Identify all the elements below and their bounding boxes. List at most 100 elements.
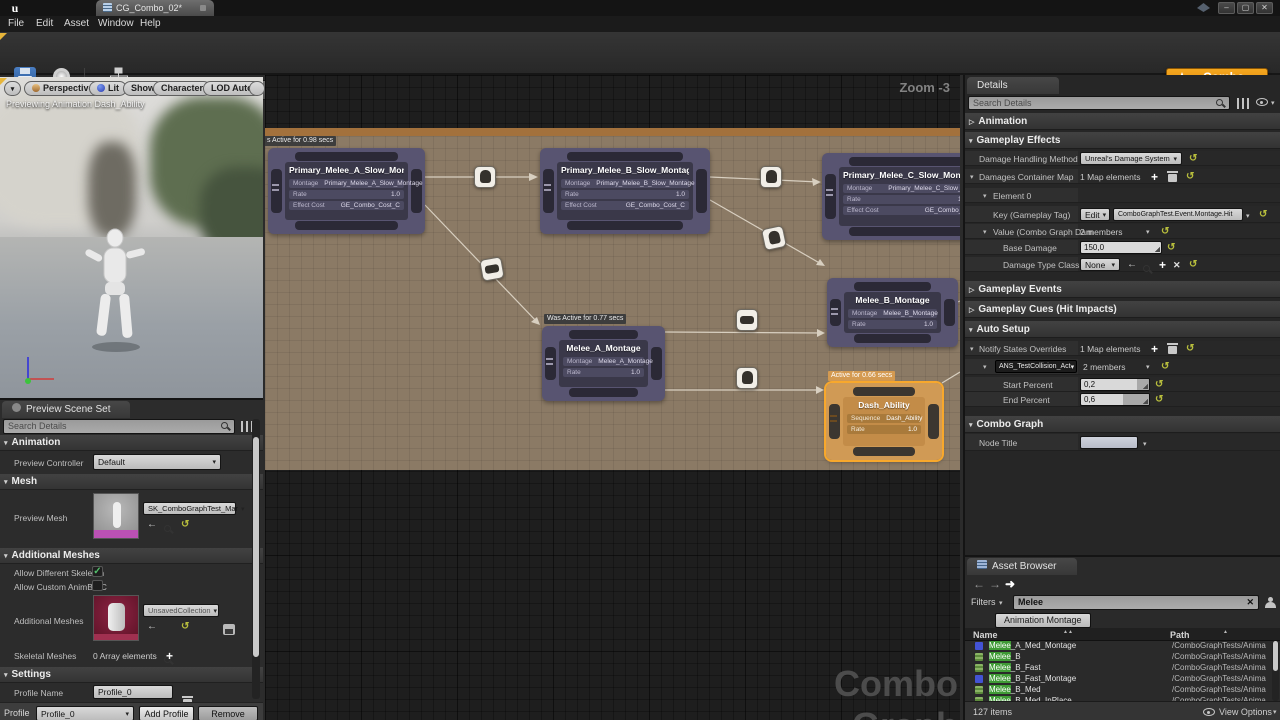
- node-output-pin[interactable]: [696, 169, 707, 213]
- use-selected-icon[interactable]: ←: [147, 520, 157, 530]
- asset-tab[interactable]: CG_Combo_02*: [96, 0, 214, 16]
- sort-icon[interactable]: ▲: [1223, 629, 1228, 635]
- base-damage-input[interactable]: 150,0: [1080, 241, 1162, 254]
- asset-row[interactable]: Melee_A_Med_Montage /ComboGraphTests/Ani…: [967, 641, 1275, 651]
- filters-label[interactable]: Filters: [971, 597, 996, 607]
- person-filter-icon[interactable]: [1265, 597, 1276, 608]
- node-input-pin[interactable]: [543, 169, 554, 213]
- asset-row[interactable]: Melee_B_Med /ComboGraphTests/Anima: [967, 685, 1275, 695]
- clear-search-icon[interactable]: ✕: [1246, 596, 1254, 609]
- reset-icon[interactable]: ↺: [181, 622, 189, 632]
- start-percent-input[interactable]: 0,2: [1080, 378, 1150, 391]
- view-options-eye-icon[interactable]: [1203, 708, 1215, 716]
- view-options-label[interactable]: View Options: [1219, 707, 1272, 717]
- reset-icon[interactable]: ↺: [1186, 344, 1194, 354]
- close-button[interactable]: ✕: [1256, 2, 1273, 14]
- caret-down-icon[interactable]: ▾: [1273, 708, 1277, 716]
- section-gameplay-effects[interactable]: ▾ Gameplay Effects: [965, 132, 1280, 149]
- gamepad-trigger-icon[interactable]: [474, 166, 496, 188]
- reset-icon[interactable]: ↺: [1259, 210, 1267, 220]
- node-title-input[interactable]: [1080, 436, 1138, 449]
- reset-icon[interactable]: ↺: [1167, 243, 1175, 253]
- menu-file[interactable]: File: [8, 18, 24, 29]
- eye-filter-icon[interactable]: [1256, 98, 1268, 106]
- reset-icon[interactable]: ↺: [1161, 227, 1169, 237]
- node-output-pin[interactable]: [944, 299, 955, 326]
- save-collection-icon[interactable]: [223, 624, 235, 635]
- profile-name-input[interactable]: Profile_0: [93, 685, 173, 699]
- add-element-icon[interactable]: +: [1151, 343, 1158, 355]
- section-animation[interactable]: ▾ Animation: [0, 435, 263, 451]
- combo-graph-canvas[interactable]: Zoom -3 s Active for 0.98 secs Was Activ…: [265, 75, 960, 720]
- section-additional-meshes[interactable]: ▾ Additional Meshes: [0, 548, 263, 564]
- gamepad-trigger-icon[interactable]: [736, 367, 758, 389]
- reset-icon[interactable]: ↺: [1155, 380, 1163, 390]
- graph-node-dash-ability-selected[interactable]: Dash_Ability Sequence Dash_Ability Rate 1.…: [824, 381, 944, 462]
- section-gameplay-events[interactable]: ▷ Gameplay Events: [965, 281, 1280, 298]
- nav-go-icon[interactable]: ➜: [1005, 577, 1015, 591]
- asset-row[interactable]: Melee_B_Fast /ComboGraphTests/Anima: [967, 663, 1275, 673]
- damage-handling-method-dropdown[interactable]: Unreal's Damage System ▾: [1080, 152, 1182, 165]
- details-tab[interactable]: Details: [967, 77, 1059, 94]
- node-output-pin[interactable]: [928, 404, 939, 439]
- menu-help[interactable]: Help: [140, 18, 161, 29]
- end-percent-input[interactable]: 0,6: [1080, 393, 1150, 406]
- viewport-lit-button[interactable]: Lit: [89, 81, 127, 96]
- add-element-icon[interactable]: +: [166, 650, 173, 662]
- graph-node-melee-b-montage[interactable]: Melee_B_Montage Montage Melee_B_Montage R…: [827, 278, 958, 347]
- use-selected-icon[interactable]: ←: [1127, 260, 1137, 270]
- notify-class-dropdown[interactable]: ANS_TestCollision_Act ▾: [995, 360, 1077, 373]
- scrollbar-thumb[interactable]: [1273, 641, 1278, 671]
- sort-icons[interactable]: ▲▲: [1063, 629, 1073, 635]
- menu-asset[interactable]: Asset: [64, 18, 89, 29]
- node-output-pin[interactable]: [411, 169, 422, 213]
- reset-icon[interactable]: ↺: [1161, 362, 1169, 372]
- add-profile-button[interactable]: Add Profile: [139, 706, 194, 720]
- additional-meshes-dropdown[interactable]: UnsavedCollection ▾: [143, 604, 219, 617]
- preview-controller-dropdown[interactable]: Default ▾: [93, 454, 221, 470]
- preview-panel-scrollbar[interactable]: [252, 419, 260, 699]
- column-view-icon[interactable]: [1237, 98, 1249, 109]
- trash-icon[interactable]: [1167, 343, 1178, 354]
- section-combo-graph[interactable]: ▾ Combo Graph: [965, 416, 1280, 433]
- asset-row[interactable]: Melee_B /ComboGraphTests/Anima: [967, 652, 1275, 662]
- additional-meshes-thumbnail[interactable]: [93, 595, 139, 641]
- maximize-button[interactable]: ▢: [1237, 2, 1254, 14]
- feedback-icon[interactable]: [1197, 3, 1210, 12]
- use-selected-icon[interactable]: ←: [147, 622, 157, 632]
- caret-down-icon[interactable]: ▾: [1271, 99, 1275, 107]
- edit-tag-dropdown[interactable]: Edit ▾: [1080, 208, 1110, 221]
- preview-viewport[interactable]: Z X: [0, 77, 263, 398]
- allow-custom-animbp-checkbox[interactable]: [92, 580, 103, 591]
- reset-icon[interactable]: ↺: [1189, 260, 1197, 270]
- menu-edit[interactable]: Edit: [36, 18, 53, 29]
- viewport-extra-button[interactable]: [249, 81, 265, 96]
- reset-icon[interactable]: ↺: [1186, 172, 1194, 182]
- node-input-pin[interactable]: [825, 174, 836, 219]
- section-settings[interactable]: ▾ Settings: [0, 667, 263, 683]
- minimize-button[interactable]: –: [1218, 2, 1235, 14]
- remove-profile-button[interactable]: Remove Profile: [198, 706, 258, 720]
- menu-window[interactable]: Window: [98, 18, 134, 29]
- preview-mesh-dropdown[interactable]: SK_ComboGraphTest_Mar ▾: [143, 502, 245, 515]
- gamepad-trigger-icon[interactable]: [760, 166, 782, 188]
- gamepad-trigger-icon[interactable]: [760, 224, 788, 252]
- nav-back-icon[interactable]: ←: [973, 577, 985, 591]
- section-mesh[interactable]: ▾ Mesh: [0, 474, 263, 490]
- asset-row[interactable]: Melee_B_Fast_Montage /ComboGraphTests/An…: [967, 674, 1275, 684]
- section-animation[interactable]: ▷ Animation: [965, 113, 1280, 130]
- section-auto-setup[interactable]: ▾ Auto Setup: [965, 321, 1280, 338]
- graph-node-melee-a-montage[interactable]: Melee_A_Montage Montage Melee_A_Montage R…: [542, 326, 665, 401]
- scrollbar-thumb[interactable]: [253, 437, 259, 657]
- nav-forward-icon[interactable]: →: [989, 577, 1001, 591]
- asset-list-scrollbar[interactable]: [1272, 641, 1279, 701]
- add-element-icon[interactable]: +: [1151, 171, 1158, 183]
- asset-tab-menu-icon[interactable]: [200, 5, 206, 11]
- caret-down-icon[interactable]: ▾: [1143, 440, 1147, 448]
- caret-down-icon[interactable]: ▾: [1146, 363, 1150, 371]
- gamepad-bumper-icon[interactable]: [479, 256, 505, 282]
- details-search-input[interactable]: Search Details: [968, 96, 1230, 110]
- graph-node-primary-melee-b[interactable]: Primary_Melee_B_Slow_Montage Montage Prim…: [540, 148, 710, 234]
- column-path[interactable]: Path: [1170, 630, 1190, 640]
- asset-browser-tab[interactable]: Asset Browser: [967, 558, 1077, 575]
